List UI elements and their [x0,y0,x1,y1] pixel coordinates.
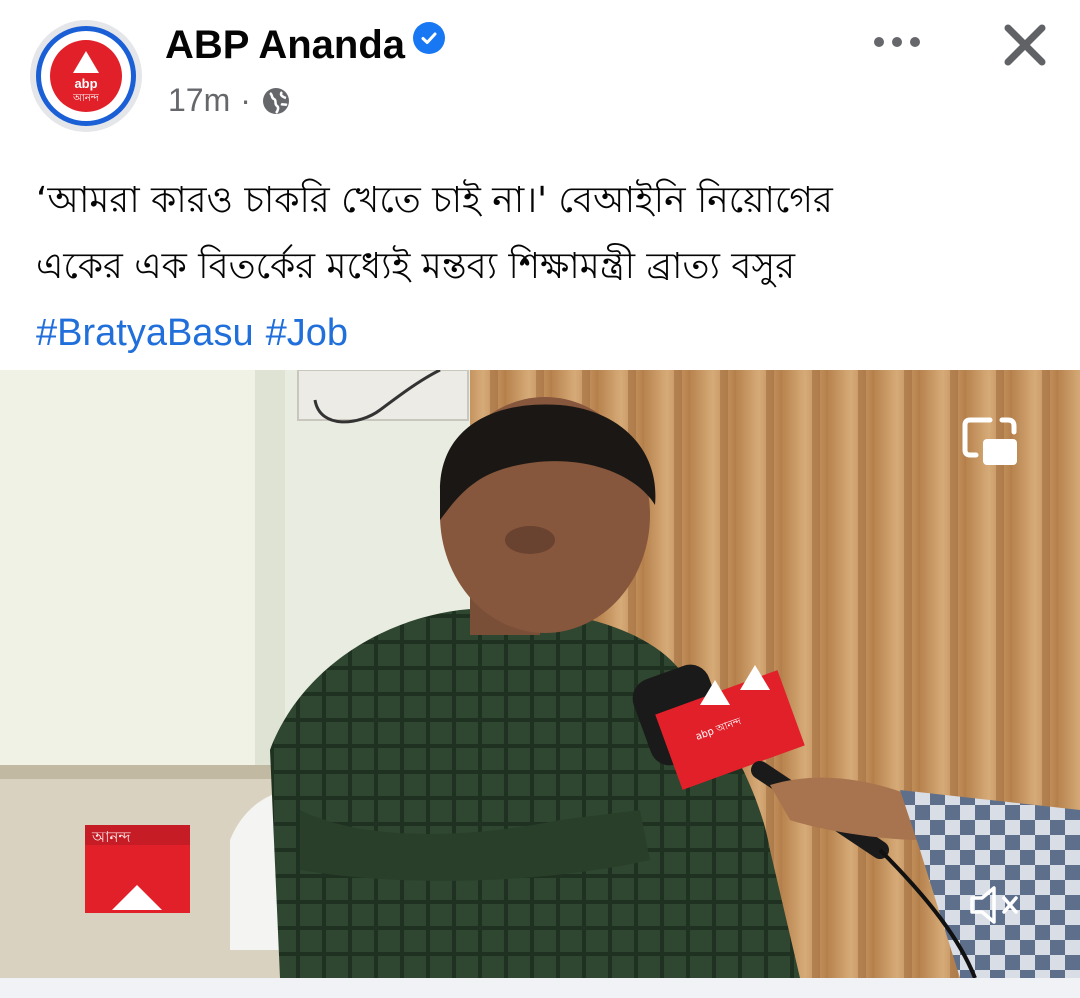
close-icon[interactable] [1000,20,1050,70]
globe-icon[interactable] [261,86,291,116]
hashtags: #BratyaBasu #Job [36,300,1046,366]
meta-separator: · [240,82,251,118]
picture-in-picture-icon[interactable] [960,414,1020,470]
more-options-icon[interactable] [870,30,924,54]
logo-text: abp [74,76,98,91]
hashtag-job[interactable]: #Job [266,312,348,354]
page-name[interactable]: ABP Ananda [165,23,405,67]
verified-badge-icon [413,22,446,54]
post-caption: ‘আমরা কারও চাকরি খেতে চাই না।' বেআইনি নি… [36,168,1046,366]
page-name-row[interactable]: ABP Ananda [165,22,446,68]
logo-subtext: আনন্দ [73,93,99,104]
caption-line-1: ‘আমরা কারও চাকরি খেতে চাই না।' বেআইনি নি… [36,180,833,221]
logo-red-disc: abp আনন্দ [50,40,122,112]
video-frame [0,370,1080,978]
post-time[interactable]: 17m [168,82,230,119]
post-meta: 17m · [168,82,291,119]
hashtag-bratyabasu[interactable]: #BratyaBasu [36,312,254,354]
logo-triangle-icon [73,51,99,73]
caption-line-2: একের এক বিতর্কের মধ্যেই মন্তব্য শিক্ষামন… [36,246,795,287]
post-divider [0,978,1080,998]
muted-speaker-icon[interactable] [966,880,1026,930]
page-avatar[interactable]: abp আনন্দ [30,20,142,132]
post-header: abp আনন্দ ABP Ananda 17m · [0,0,1080,150]
channel-bug-text: আনন্দ [92,828,131,846]
abp-ananda-logo: abp আনন্দ [36,26,136,126]
video-player[interactable]: আনন্দ abp আনন্দ [0,370,1080,978]
